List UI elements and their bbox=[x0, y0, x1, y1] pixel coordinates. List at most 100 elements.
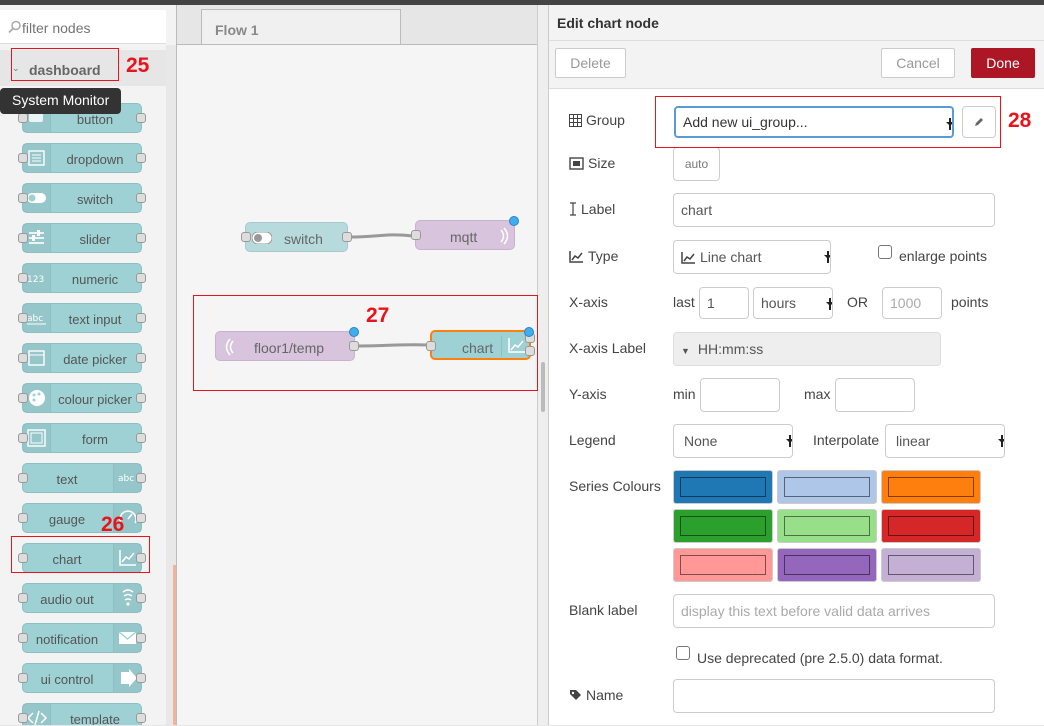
name-input[interactable] bbox=[673, 679, 995, 713]
ymin-input[interactable] bbox=[700, 378, 780, 412]
output-port bbox=[136, 313, 146, 323]
caret-down-icon: ▼ bbox=[681, 346, 690, 356]
yaxis-label: Y-axis bbox=[569, 386, 607, 402]
palette-node-switch[interactable]: switch bbox=[18, 183, 146, 213]
flow-node-switch[interactable]: switch bbox=[241, 222, 352, 252]
palette-node-ui-control[interactable]: ui control bbox=[18, 663, 146, 693]
annotation-25: 25 bbox=[126, 54, 150, 77]
palette-search-input[interactable] bbox=[22, 18, 162, 38]
series-colour-swatch-9[interactable] bbox=[881, 548, 981, 582]
palette-node-label: switch bbox=[76, 192, 114, 207]
palette-node-text-input[interactable]: abc text input bbox=[18, 303, 146, 333]
enlarge-points-checkbox[interactable] bbox=[878, 245, 892, 259]
sidebar-splitter[interactable] bbox=[537, 5, 549, 725]
unit-select[interactable]: hours bbox=[753, 287, 833, 319]
interpolate-label: Interpolate bbox=[813, 432, 880, 448]
series-colour-swatch-2[interactable] bbox=[777, 470, 877, 504]
name-label: Name bbox=[569, 687, 623, 703]
type-label-text: Type bbox=[588, 248, 619, 264]
output-port bbox=[136, 633, 146, 643]
status-dot bbox=[509, 216, 519, 226]
output-port bbox=[136, 353, 146, 363]
points-label: points bbox=[951, 294, 989, 310]
palette-node-label: date picker bbox=[63, 352, 127, 367]
text-cursor-icon bbox=[570, 202, 576, 216]
dialog-header: Edit chart node bbox=[549, 5, 1044, 41]
palette-node-label: text input bbox=[68, 312, 122, 327]
done-button[interactable]: Done bbox=[971, 48, 1035, 78]
size-button[interactable]: auto bbox=[673, 147, 720, 181]
label-label: Label bbox=[569, 201, 615, 217]
input-port[interactable] bbox=[241, 232, 251, 242]
deprecated-format-checkbox[interactable] bbox=[676, 646, 690, 660]
legend-select[interactable]: None bbox=[673, 424, 793, 458]
palette-node-label: colour picker bbox=[58, 392, 132, 407]
wave-icon bbox=[500, 227, 509, 245]
points-input[interactable]: 1000 bbox=[882, 287, 942, 319]
tag-icon bbox=[570, 690, 581, 700]
palette-node-label: button bbox=[76, 112, 114, 127]
output-port bbox=[136, 153, 146, 163]
palette-node-dropdown[interactable]: dropdown bbox=[18, 143, 146, 173]
output-port bbox=[136, 513, 146, 523]
input-port bbox=[18, 313, 28, 323]
flow-node-mqtt[interactable]: mqtt bbox=[411, 216, 519, 250]
palette-node-template[interactable]: template bbox=[18, 703, 146, 725]
blank-label-input[interactable]: display this text before valid data arri… bbox=[673, 594, 995, 628]
xaxis-label-input[interactable]: ▼ HH:mm:ss bbox=[673, 332, 941, 366]
palette-node-numeric[interactable]: 123 numeric bbox=[18, 263, 146, 293]
input-port[interactable] bbox=[411, 230, 421, 240]
palette-node-label: dropdown bbox=[66, 152, 124, 167]
palette-node-form[interactable]: form bbox=[18, 423, 146, 453]
series-colour-swatch-7[interactable] bbox=[673, 548, 773, 582]
palette-search[interactable] bbox=[0, 10, 166, 44]
series-colour-swatch-1[interactable] bbox=[673, 470, 773, 504]
cancel-button[interactable]: Cancel bbox=[881, 48, 955, 78]
label-input[interactable]: chart bbox=[673, 193, 995, 227]
palette-node-date-picker[interactable]: date picker bbox=[18, 343, 146, 373]
palette-node-colour-picker[interactable]: colour picker bbox=[18, 383, 146, 413]
legend-label: Legend bbox=[569, 432, 616, 448]
series-colour-swatch-4[interactable] bbox=[673, 509, 773, 543]
svg-text:abc: abc bbox=[27, 314, 43, 324]
min-label: min bbox=[673, 386, 696, 402]
input-port bbox=[18, 193, 28, 203]
output-port bbox=[136, 713, 146, 723]
interpolate-select-value: linear bbox=[896, 433, 931, 449]
svg-text:123: 123 bbox=[27, 275, 44, 285]
palette-node-label: audio out bbox=[40, 592, 94, 607]
palette-node-label: template bbox=[70, 712, 120, 725]
last-input[interactable]: 1 bbox=[699, 287, 749, 319]
palette-node-audio-out[interactable]: audio out bbox=[18, 583, 146, 613]
palette-scrollbar[interactable] bbox=[166, 45, 176, 725]
tab-flow-1[interactable]: Flow 1 bbox=[201, 9, 401, 45]
series-colour-swatch-5[interactable] bbox=[777, 509, 877, 543]
input-port bbox=[18, 153, 28, 163]
series-colour-swatch-6[interactable] bbox=[881, 509, 981, 543]
legend-select-value: None bbox=[684, 433, 718, 449]
deprecated-format-label: Use deprecated (pre 2.5.0) data format. bbox=[697, 650, 943, 666]
interpolate-select[interactable]: linear bbox=[885, 424, 1005, 458]
input-port bbox=[18, 273, 28, 283]
output-port bbox=[136, 193, 146, 203]
group-label-text: Group bbox=[586, 112, 625, 128]
delete-button[interactable]: Delete bbox=[555, 48, 626, 78]
output-port[interactable] bbox=[342, 232, 352, 242]
size-label: Size bbox=[569, 155, 615, 171]
type-select[interactable]: Line chart bbox=[673, 240, 831, 274]
palette-node-slider[interactable]: slider bbox=[18, 223, 146, 253]
input-port bbox=[18, 113, 28, 123]
output-port bbox=[136, 393, 146, 403]
palette-node-notification[interactable]: notification bbox=[18, 623, 146, 653]
xaxis-label-value: HH:mm:ss bbox=[697, 341, 764, 357]
ymax-input[interactable] bbox=[835, 378, 915, 412]
unit-select-value: hours bbox=[761, 295, 797, 311]
last-label: last bbox=[673, 294, 695, 310]
input-port bbox=[18, 393, 28, 403]
palette-node-text[interactable]: abc text bbox=[18, 463, 146, 493]
palette-node-label: text bbox=[56, 472, 78, 487]
series-colour-swatch-3[interactable] bbox=[881, 470, 981, 504]
palette-node-label: notification bbox=[35, 632, 99, 647]
palette-node-label: ui control bbox=[40, 672, 94, 687]
series-colour-swatch-8[interactable] bbox=[777, 548, 877, 582]
